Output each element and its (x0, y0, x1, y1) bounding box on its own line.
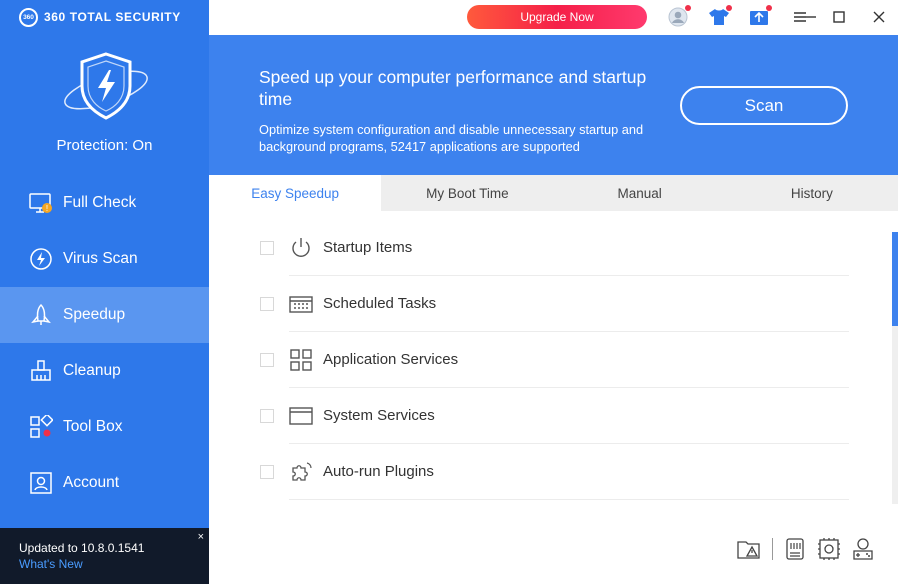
sidebar-item-label: Full Check (63, 194, 137, 211)
tool-divider (772, 538, 773, 560)
item-label: Auto-run Plugins (323, 463, 434, 480)
item-label: Scheduled Tasks (323, 295, 437, 312)
shield-icon (60, 50, 152, 124)
close-icon[interactable] (868, 6, 890, 28)
sidebar: 360 360 TOTAL SECURITY Protection: On ! … (0, 0, 209, 584)
power-icon (289, 236, 313, 260)
upload-update-icon[interactable] (748, 5, 772, 28)
update-version: Updated to 10.8.0.1541 (19, 541, 145, 555)
protection-status: Protection: On (56, 137, 153, 154)
item-label: Startup Items (323, 239, 413, 256)
sidebar-item-label: Speedup (63, 306, 126, 323)
bolt-circle-icon (28, 246, 54, 272)
sidebar-item-cleanup[interactable]: Cleanup (0, 343, 209, 399)
sidebar-item-account[interactable]: Account (0, 455, 209, 511)
minimize-icon[interactable] (800, 6, 822, 28)
avatar-notification-dot (685, 5, 691, 11)
brand: 360 360 TOTAL SECURITY (19, 7, 181, 27)
sidebar-item-full-check[interactable]: ! Full Check (0, 175, 209, 231)
sidebar-item-label: Virus Scan (63, 250, 138, 267)
svg-text:!: ! (46, 204, 48, 213)
sidebar-item-label: Account (63, 474, 120, 491)
folder-warning-icon[interactable] (737, 537, 761, 561)
sidebar-item-label: Tool Box (63, 418, 123, 435)
tab-easy-speedup[interactable]: Easy Speedup (209, 175, 382, 211)
tab-manual[interactable]: Manual (554, 175, 726, 211)
chip-gear-icon[interactable] (817, 537, 841, 561)
top-bar: Upgrade Now (209, 0, 898, 35)
sidebar-item-tool-box[interactable]: Tool Box (0, 399, 209, 455)
item-label: System Services (323, 407, 435, 424)
whats-new-link[interactable]: What's New (19, 557, 209, 571)
grid-tools-icon (28, 414, 54, 440)
item-label: Application Services (323, 351, 459, 368)
update-notification-dot (766, 5, 772, 11)
list-item-application-services: Application Services (209, 332, 849, 388)
scrollbar-thumb[interactable] (892, 232, 898, 326)
skin-notification-dot (726, 5, 732, 11)
sidebar-item-label: Cleanup (63, 362, 121, 379)
banner-description: Optimize system configuration and disabl… (259, 122, 644, 154)
list-item-auto-run-plugins: Auto-run Plugins (209, 444, 849, 500)
list-item-scheduled-tasks: Scheduled Tasks (209, 276, 849, 332)
list-item-system-services: System Services (209, 388, 849, 444)
scan-button[interactable]: Scan (680, 86, 848, 125)
disk-icon[interactable] (783, 537, 807, 561)
tab-history[interactable]: History (726, 175, 898, 211)
window-icon (289, 404, 313, 428)
maximize-icon[interactable] (828, 6, 850, 28)
brand-logo-icon: 360 (19, 7, 38, 27)
user-icon (28, 470, 54, 496)
rocket-icon (28, 302, 54, 328)
application-services-checkbox[interactable] (260, 353, 274, 367)
startup-items-checkbox[interactable] (260, 241, 274, 255)
brand-name: 360 TOTAL SECURITY (44, 10, 181, 24)
tab-my-boot-time[interactable]: My Boot Time (381, 175, 553, 211)
update-notice: Updated to 10.8.0.1541 What's New × (0, 528, 209, 584)
brand-logo-text: 360 (23, 13, 34, 21)
puzzle-icon (289, 460, 313, 484)
speedup-tabs: Easy Speedup My Boot Time Manual History (209, 175, 898, 211)
scheduled-tasks-checkbox[interactable] (260, 297, 274, 311)
auto-run-plugins-checkbox[interactable] (260, 465, 274, 479)
keyboard-icon (289, 292, 313, 316)
monitor-alert-icon: ! (28, 190, 54, 216)
gamepad-icon[interactable] (851, 537, 875, 561)
banner-title: Speed up your computer performance and s… (259, 67, 647, 109)
skin-shirt-icon[interactable] (708, 5, 732, 28)
upgrade-now-button[interactable]: Upgrade Now (467, 5, 647, 29)
speedup-banner: Speed up your computer performance and s… (209, 35, 898, 175)
apps-grid-icon (289, 348, 313, 372)
row-divider (289, 499, 849, 500)
broom-icon (28, 358, 54, 384)
avatar-icon[interactable] (667, 5, 691, 28)
list-item-startup-items: Startup Items (209, 220, 849, 276)
sidebar-item-speedup[interactable]: Speedup (0, 287, 209, 343)
update-close-button[interactable]: × (198, 531, 204, 543)
sidebar-item-virus-scan[interactable]: Virus Scan (0, 231, 209, 287)
sidebar-nav: ! Full Check Virus Scan Speedup Cleanup (0, 175, 209, 511)
system-services-checkbox[interactable] (260, 409, 274, 423)
